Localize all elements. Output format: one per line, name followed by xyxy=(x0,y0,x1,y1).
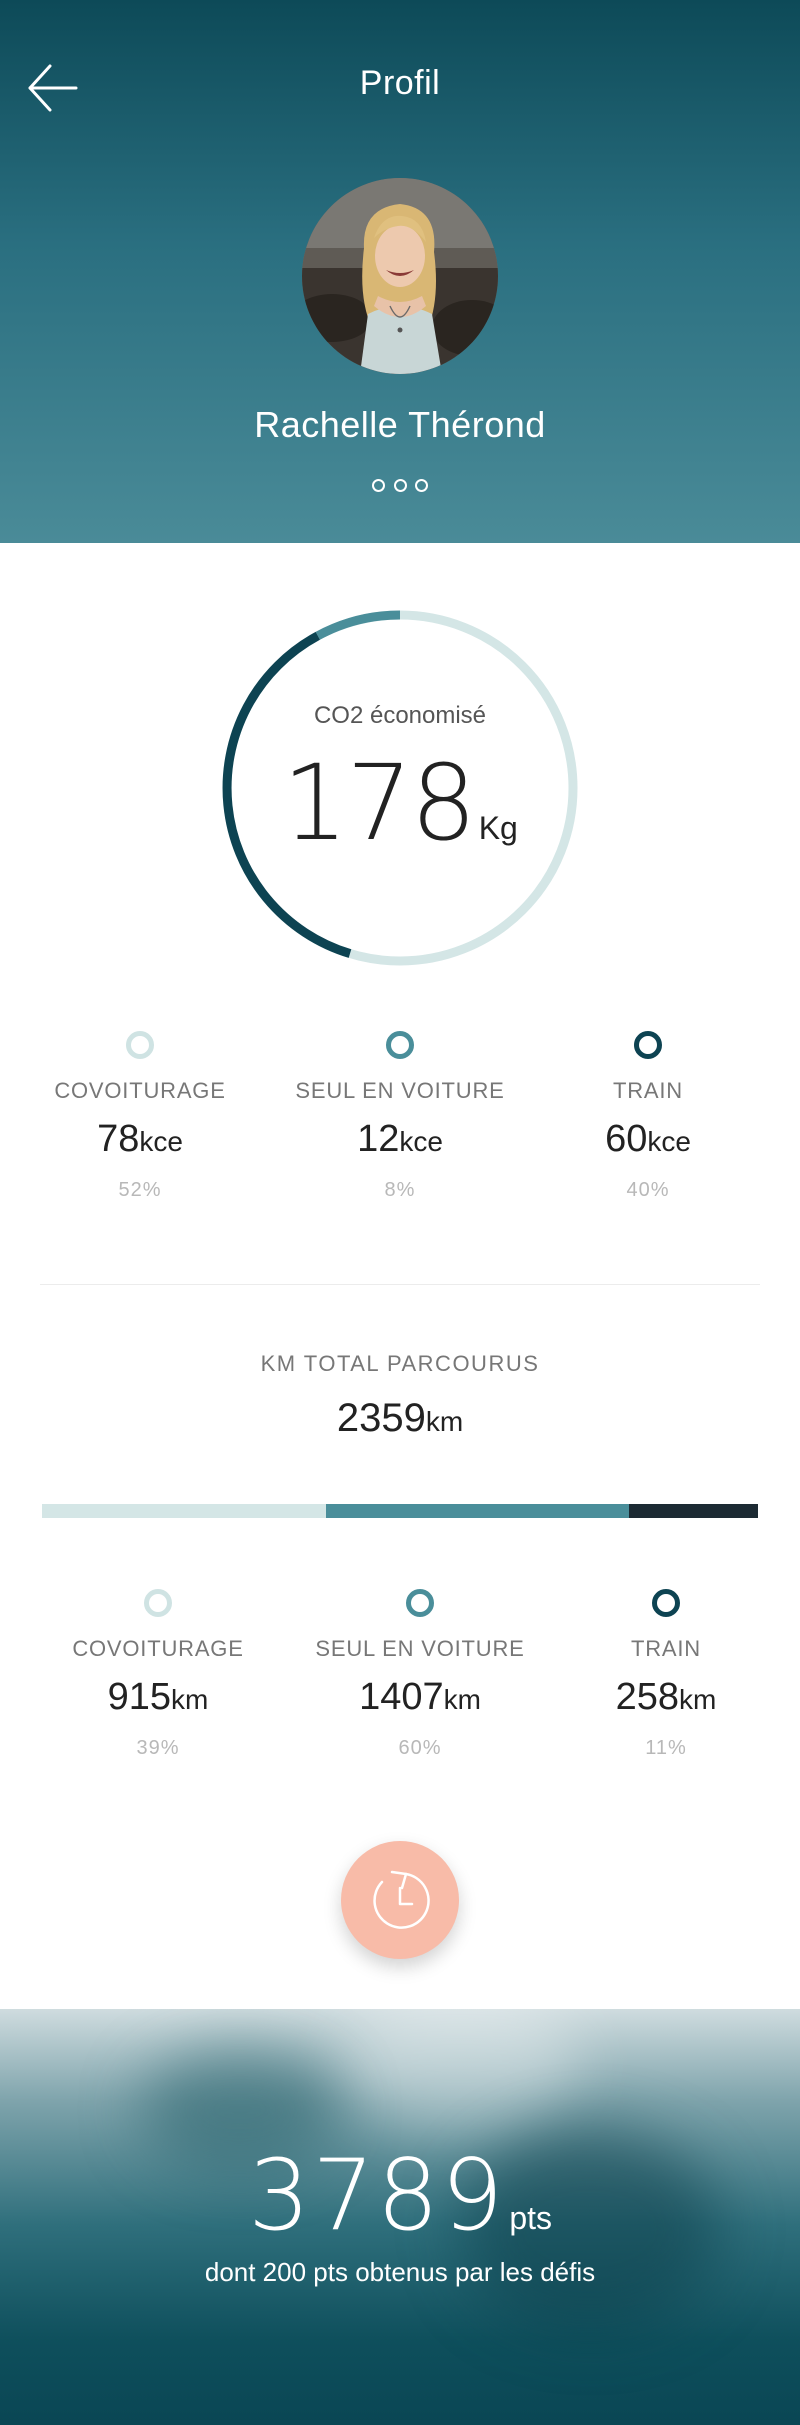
gauge-label: CO2 économisé xyxy=(313,702,487,729)
stat-label: COVOITURAGE xyxy=(72,1636,244,1661)
stat-percent: 40% xyxy=(626,1179,670,1201)
more-options-button[interactable] xyxy=(372,474,428,496)
gauge-number: 178 xyxy=(282,742,477,864)
km-total: 2359km xyxy=(336,1396,464,1440)
gauge-unit: Kg xyxy=(478,810,518,846)
dot-icon xyxy=(393,478,407,492)
km-stat-train: TRAIN 258km 11% xyxy=(566,1589,766,1760)
history-button[interactable] xyxy=(341,1841,459,1959)
profile-name: Rachelle Thérond xyxy=(254,404,546,445)
points-unit: pts xyxy=(509,2200,553,2236)
section-divider xyxy=(40,1284,760,1285)
dot-icon xyxy=(415,478,428,492)
points-footer: 3789 pts dont 200 pts obtenus par les déf… xyxy=(0,2009,800,2425)
stat-percent: 39% xyxy=(136,1737,180,1759)
gauge-value: 178 Kg xyxy=(0,742,800,864)
legend-dot-dark xyxy=(634,1031,662,1059)
km-bar-segment-seul-en-voiture xyxy=(325,1504,630,1518)
points-subtitle: dont 200 pts obtenus par les défis xyxy=(204,2257,596,2287)
stat-value: 1407km xyxy=(359,1676,481,1718)
stat-percent: 52% xyxy=(118,1179,162,1201)
km-stacked-bar xyxy=(42,1504,758,1518)
stat-label: COVOITURAGE xyxy=(54,1078,226,1103)
co2-stat-seul-en-voiture: SEUL EN VOITURE 12kce 8% xyxy=(280,1031,520,1202)
avatar xyxy=(302,178,498,374)
legend-dot-light xyxy=(144,1589,172,1617)
points-total: 3789 pts xyxy=(0,2139,800,2253)
points-number: 3789 xyxy=(247,2139,506,2253)
km-bar-segment-covoiturage xyxy=(42,1504,326,1518)
profile-header: Profil Rachelle Thérond xyxy=(0,0,800,543)
dot-icon xyxy=(372,478,385,492)
page-title: Profil xyxy=(359,64,441,102)
legend-dot-dark xyxy=(652,1589,680,1617)
legend-dot-medium xyxy=(406,1589,434,1617)
km-stat-seul-en-voiture: SEUL EN VOITURE 1407km 60% xyxy=(300,1589,540,1760)
stat-label: TRAIN xyxy=(631,1636,701,1661)
stat-value: 915km xyxy=(107,1676,209,1718)
stat-label: SEUL EN VOITURE xyxy=(295,1078,505,1103)
avatar-photo xyxy=(302,178,498,374)
stat-percent: 11% xyxy=(645,1737,687,1759)
stat-value: 258km xyxy=(615,1676,717,1718)
stat-value: 12kce xyxy=(357,1118,443,1160)
stat-value: 60kce xyxy=(605,1118,691,1160)
stat-percent: 8% xyxy=(384,1179,416,1201)
km-stat-covoiturage: COVOITURAGE 915km 39% xyxy=(48,1589,268,1760)
legend-dot-medium xyxy=(386,1031,414,1059)
stat-value: 78kce xyxy=(97,1118,183,1160)
gauge-segment-seul xyxy=(315,610,401,640)
stat-percent: 60% xyxy=(398,1737,442,1759)
km-section-title: KM TOTAL PARCOURUS xyxy=(260,1351,540,1376)
co2-stat-covoiturage: COVOITURAGE 78kce 52% xyxy=(30,1031,250,1202)
co2-stat-train: TRAIN 60kce 40% xyxy=(548,1031,748,1202)
stat-label: TRAIN xyxy=(613,1078,683,1103)
stat-label: SEUL EN VOITURE xyxy=(315,1636,525,1661)
history-icon xyxy=(373,1870,430,1929)
km-bar-segment-train xyxy=(629,1504,758,1518)
legend-dot-light xyxy=(126,1031,154,1059)
